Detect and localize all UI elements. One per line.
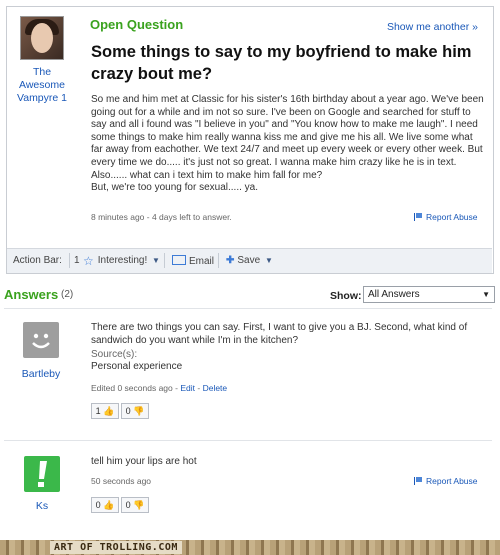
footer-watermark: ART OF TROLLING.COM [50, 541, 182, 554]
thumbs-down-button[interactable]: 0 👎 [121, 403, 149, 419]
divider [218, 253, 219, 268]
divider [4, 440, 492, 441]
star-icon: ☆ [83, 254, 94, 268]
answerer-avatar[interactable] [23, 322, 59, 358]
plus-icon: ✚ [226, 255, 235, 266]
thumbs-up-icon: 👍 [103, 500, 115, 510]
chevron-down-icon: ▼ [152, 256, 160, 265]
thumbs-up-button[interactable]: 1 👍 [91, 403, 119, 419]
interesting-count: 1 [74, 255, 80, 266]
thumbs-up-button[interactable]: 0 👍 [91, 497, 119, 513]
answerer-avatar[interactable] [24, 456, 60, 492]
question-title: Some things to say to my boyfriend to ma… [91, 43, 472, 83]
answer-meta: Edited 0 seconds ago - Edit - Delete [91, 383, 227, 393]
chevron-down-icon: ▼ [264, 256, 273, 265]
asker-avatar[interactable] [20, 16, 64, 60]
thumbs-up-count: 0 [95, 500, 101, 510]
thumbs-down-icon: 👎 [133, 406, 145, 416]
answers-filter-select[interactable]: All Answers ▼ [363, 286, 495, 303]
flag-icon [414, 477, 422, 485]
answerer-name[interactable]: Bartleby [11, 368, 71, 380]
asker-name[interactable]: The Awesome Vampyre 1 [10, 66, 74, 105]
question-status-label: Open Question [90, 17, 184, 32]
save-label: Save [237, 255, 261, 266]
thumbs-up-count: 1 [95, 406, 101, 416]
interesting-button[interactable]: ☆ Interesting! ▼ [83, 255, 160, 267]
divider [69, 253, 70, 268]
interesting-label: Interesting! [97, 255, 148, 266]
chevron-down-icon: ▼ [482, 290, 490, 299]
thumbs-up-icon: 👍 [103, 406, 115, 416]
report-abuse-label: Report Abuse [426, 212, 478, 222]
thumbs-down-icon: 👎 [133, 500, 145, 510]
edit-link[interactable]: Edit [180, 383, 195, 393]
question-body: So me and him met at Classic for his sis… [91, 94, 484, 194]
divider [4, 308, 492, 309]
question-report-abuse[interactable]: Report Abuse [414, 212, 478, 222]
email-button[interactable]: Email [172, 255, 214, 267]
answer-report-abuse[interactable]: Report Abuse [414, 476, 478, 486]
save-button[interactable]: ✚ Save ▼ [226, 255, 273, 266]
answer-text: There are two things you can say. First,… [91, 322, 468, 346]
question-meta: 8 minutes ago - 4 days left to answer. [91, 212, 232, 222]
answers-heading: Answers [4, 287, 59, 302]
show-another-link[interactable]: Show me another » [387, 21, 478, 33]
answers-count: (2) [61, 289, 74, 300]
source-label: Source(s): [91, 349, 138, 360]
action-bar-label: Action Bar: [13, 255, 62, 266]
thumbs-down-count: 0 [125, 500, 131, 510]
envelope-icon [172, 255, 186, 265]
answer-text: tell him your lips are hot [91, 456, 197, 467]
report-abuse-label: Report Abuse [426, 476, 478, 486]
edited-time: Edited 0 seconds ago [91, 383, 173, 393]
email-label: Email [189, 256, 215, 267]
action-bar: Action Bar: 1 ☆ Interesting! ▼ Email ✚ Sa… [7, 248, 492, 273]
answer-meta: 50 seconds ago [91, 476, 152, 486]
thumbs-down-count: 0 [125, 406, 131, 416]
answerer-name[interactable]: Ks [12, 500, 72, 512]
divider [164, 253, 165, 268]
source-text: Personal experience [91, 361, 183, 372]
flag-icon [414, 213, 422, 221]
exclamation-icon [38, 461, 47, 487]
delete-link[interactable]: Delete [203, 383, 228, 393]
show-filter-label: Show: [330, 290, 362, 302]
avatar-face [31, 23, 53, 53]
smiley-icon [32, 333, 50, 349]
answers-filter-value: All Answers [368, 289, 420, 300]
thumbs-down-button[interactable]: 0 👎 [121, 497, 149, 513]
